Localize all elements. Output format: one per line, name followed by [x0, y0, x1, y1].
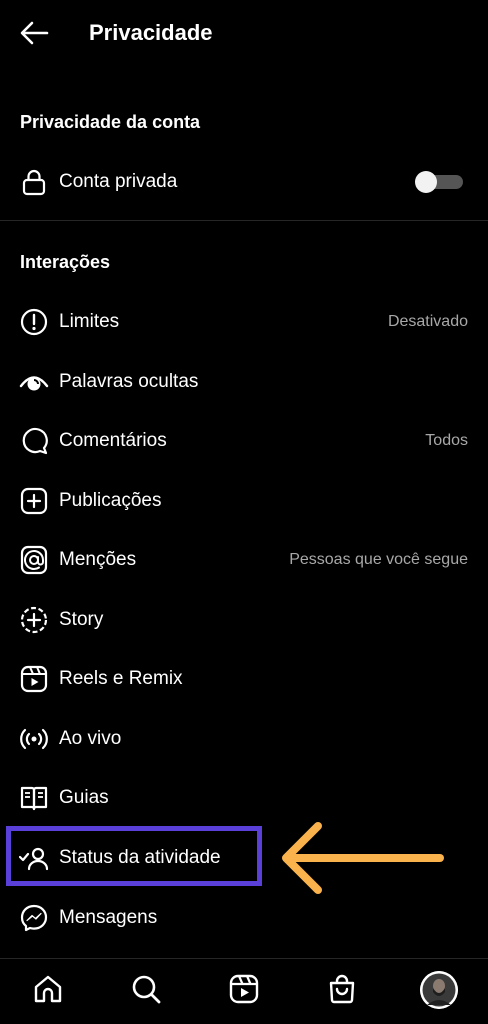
highlight-box	[6, 826, 262, 886]
menu-item-story[interactable]: Story	[0, 593, 488, 647]
menu-item-label: Guias	[59, 787, 109, 808]
menu-item-comments[interactable]: Comentários Todos	[0, 414, 488, 468]
lock-icon	[22, 169, 46, 196]
eye-hidden-icon	[19, 376, 49, 391]
toggle-knob	[415, 171, 437, 193]
menu-item-value: Todos	[425, 432, 468, 449]
comment-icon	[22, 427, 48, 455]
live-icon	[20, 728, 48, 750]
section-title-interactions: Interações	[20, 252, 111, 272]
page-title: Privacidade	[89, 20, 213, 45]
menu-item-reels-remix[interactable]: Reels e Remix	[0, 652, 488, 706]
bottom-navigation	[0, 958, 488, 1024]
menu-item-label: Palavras ocultas	[59, 371, 199, 392]
shop-icon[interactable]	[326, 973, 358, 1005]
menu-item-label: Comentários	[59, 430, 167, 451]
menu-item-guides[interactable]: Guias	[0, 771, 488, 825]
menu-item-value: Pessoas que você segue	[289, 551, 468, 568]
menu-item-label: Limites	[59, 311, 120, 332]
menu-item-label: Menções	[59, 549, 137, 570]
menu-item-messages[interactable]: Mensagens	[0, 891, 488, 945]
profile-avatar[interactable]	[420, 971, 458, 1009]
alert-circle-icon	[20, 308, 48, 336]
private-account-toggle[interactable]	[415, 171, 463, 193]
reels-icon	[20, 665, 48, 693]
top-bar: Privacidade	[0, 0, 488, 66]
reels-icon[interactable]	[228, 973, 260, 1005]
back-arrow-icon[interactable]	[17, 18, 51, 48]
menu-item-label: Story	[59, 609, 104, 630]
menu-item-label: Ao vivo	[59, 728, 122, 749]
private-account-label: Conta privada	[59, 171, 178, 192]
menu-item-label: Mensagens	[59, 907, 158, 928]
menu-item-mentions[interactable]: Menções Pessoas que você segue	[0, 533, 488, 587]
section-title-account-privacy: Privacidade da conta	[20, 112, 201, 132]
at-sign-icon	[20, 545, 48, 575]
annotation-arrow-icon	[282, 822, 444, 894]
section-divider	[0, 220, 488, 221]
menu-item-label: Publicações	[59, 490, 162, 511]
menu-item-value: Desativado	[387, 313, 468, 330]
home-icon[interactable]	[32, 973, 64, 1005]
menu-item-posts[interactable]: Publicações	[0, 474, 488, 528]
messenger-icon	[20, 904, 48, 932]
menu-item-label: Reels e Remix	[59, 668, 183, 689]
plus-square-icon	[20, 487, 48, 515]
story-add-icon	[20, 606, 48, 634]
menu-item-hidden-words[interactable]: Palavras ocultas	[0, 355, 488, 409]
menu-item-live[interactable]: Ao vivo	[0, 712, 488, 766]
menu-item-limits[interactable]: Limites Desativado	[0, 295, 488, 349]
search-icon[interactable]	[130, 973, 162, 1005]
guides-icon	[20, 786, 48, 811]
avatar-image	[420, 971, 458, 1009]
